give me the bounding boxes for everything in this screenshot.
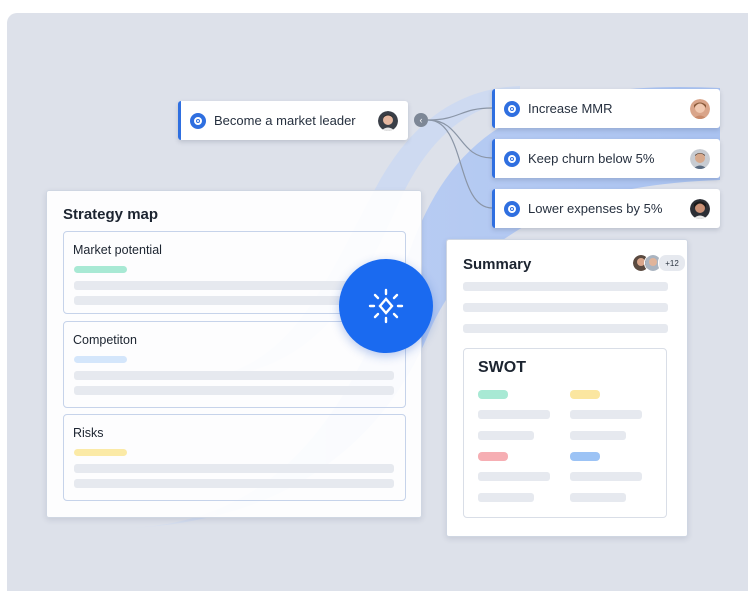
- swot-card[interactable]: SWOT: [463, 348, 667, 518]
- placeholder-line: [570, 493, 626, 502]
- swot-title: SWOT: [478, 359, 526, 376]
- placeholder-line: [74, 386, 394, 395]
- chevron-left-icon[interactable]: ‹: [414, 113, 428, 127]
- panel-title: Summary: [463, 256, 532, 273]
- section-title: Market potential: [73, 243, 162, 257]
- target-icon: [190, 112, 206, 129]
- placeholder-line: [478, 472, 550, 481]
- goal-label: Lower expenses by 5%: [528, 201, 663, 216]
- placeholder-line: [478, 410, 550, 419]
- goal-label: Increase MMR: [528, 101, 613, 116]
- section-title: Competiton: [73, 333, 137, 347]
- tag-pill: [74, 266, 127, 273]
- goal-accent-bar: [178, 101, 181, 140]
- tag-pill: [74, 449, 127, 456]
- tag-pill: [478, 390, 508, 399]
- goal-accent-bar: [492, 139, 495, 178]
- tag-pill: [570, 390, 600, 399]
- person-avatar-icon: [690, 198, 710, 219]
- tag-pill: [478, 452, 508, 461]
- goal-child-card[interactable]: Increase MMR: [492, 89, 720, 128]
- ai-sparkle-button[interactable]: [339, 259, 433, 353]
- placeholder-line: [74, 479, 394, 488]
- person-avatar-icon: [690, 98, 710, 119]
- placeholder-line: [570, 472, 642, 481]
- placeholder-line: [478, 431, 534, 440]
- collaborator-avatars[interactable]: +12: [632, 254, 686, 272]
- placeholder-line: [74, 464, 394, 473]
- placeholder-line: [478, 493, 534, 502]
- goal-child-card[interactable]: Lower expenses by 5%: [492, 189, 720, 228]
- placeholder-line: [570, 410, 642, 419]
- placeholder-line: [570, 431, 626, 440]
- tag-pill: [570, 452, 600, 461]
- goal-accent-bar: [492, 189, 495, 228]
- summary-panel[interactable]: Summary SWOT: [446, 239, 688, 537]
- more-collaborators-count: +12: [658, 254, 686, 272]
- person-avatar-icon: [378, 110, 398, 131]
- goal-label: Keep churn below 5%: [528, 151, 655, 166]
- goal-accent-bar: [492, 89, 495, 128]
- sparkle-icon: [368, 288, 404, 324]
- goal-root-card[interactable]: Become a market leader: [178, 101, 408, 140]
- placeholder-line: [74, 371, 394, 380]
- target-icon: [504, 200, 520, 217]
- target-icon: [504, 100, 520, 117]
- section-title: Risks: [73, 426, 104, 440]
- goal-label: Become a market leader: [214, 113, 356, 128]
- person-avatar-icon: [690, 148, 710, 169]
- goal-child-card[interactable]: Keep churn below 5%: [492, 139, 720, 178]
- panel-title: Strategy map: [63, 206, 159, 223]
- placeholder-line: [463, 282, 668, 291]
- strategy-map-panel[interactable]: Strategy map Market potential Competiton…: [46, 190, 422, 518]
- tag-pill: [74, 356, 127, 363]
- section-risks[interactable]: Risks: [63, 414, 406, 501]
- placeholder-line: [463, 303, 668, 312]
- target-icon: [504, 150, 520, 167]
- placeholder-line: [463, 324, 668, 333]
